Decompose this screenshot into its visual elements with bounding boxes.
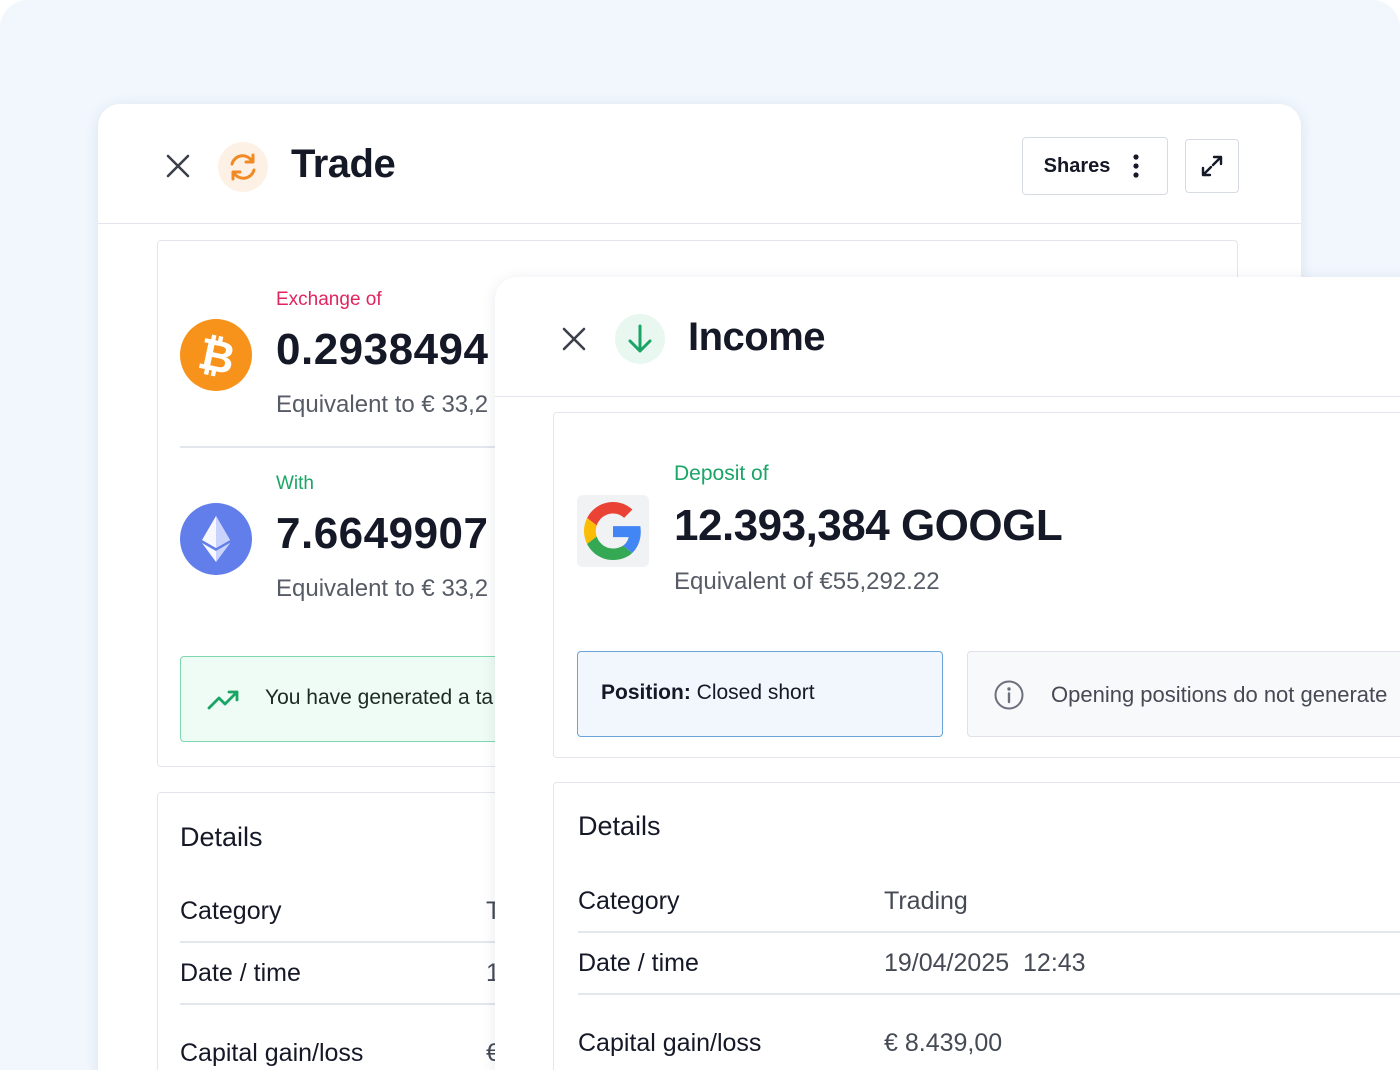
position-badge: Position: Closed short [577, 651, 943, 737]
tax-banner-text: You have generated a ta [265, 686, 494, 709]
refresh-icon [218, 142, 268, 192]
row-label: Capital gain/loss [578, 1029, 762, 1057]
income-details-card: Details Category Trading Date / time 19/… [553, 782, 1400, 1070]
close-icon[interactable] [162, 150, 194, 182]
bitcoin-icon: ₿ [180, 319, 252, 391]
page-title: Income [688, 315, 826, 359]
trending-up-icon [207, 690, 239, 710]
arrow-down-icon [615, 314, 665, 364]
income-header: Income [495, 277, 1400, 397]
deposit-label: Deposit of [674, 462, 769, 485]
row-label: Category [180, 897, 282, 925]
deposit-card: Deposit of 12.393,384 GOOGL Equivalent o… [553, 412, 1400, 758]
details-title: Details [578, 811, 661, 841]
with-amount: 7.6649907 [276, 509, 489, 558]
shares-button[interactable]: Shares [1022, 137, 1168, 195]
ethereum-icon [180, 503, 252, 575]
row-value: Trading [884, 887, 968, 915]
info-text: Opening positions do not generate [1051, 682, 1388, 707]
exchange-amount: 0.2938494 [276, 325, 489, 374]
info-notice: Opening positions do not generate [967, 651, 1400, 737]
page-title: Trade [291, 142, 396, 186]
shares-button-label: Shares [1043, 154, 1111, 177]
with-equivalent: Equivalent to € 33,2 [276, 575, 489, 602]
info-icon [994, 680, 1024, 710]
income-panel: Income Deposit of 12.393,384 GOOGL Equiv… [495, 277, 1400, 1070]
row-label: Date / time [180, 959, 301, 987]
deposit-amount: 12.393,384 GOOGL [674, 501, 1063, 550]
row-value: € 8.439,00 [884, 1029, 1003, 1057]
deposit-equivalent: Equivalent of €55,292.22 [674, 568, 940, 595]
exchange-equivalent: Equivalent to € 33,2 [276, 391, 489, 418]
row-divider [578, 993, 1400, 995]
more-vertical-icon [1133, 154, 1139, 178]
row-label: Date / time [578, 949, 699, 977]
row-label: Capital gain/loss [180, 1039, 364, 1067]
close-icon[interactable] [558, 323, 590, 355]
trade-header: Trade Shares [98, 104, 1301, 224]
row-label: Category [578, 887, 680, 915]
google-icon [577, 495, 649, 567]
exchange-label: Exchange of [276, 289, 382, 310]
with-label: With [276, 473, 314, 494]
svg-text:₿: ₿ [194, 328, 240, 385]
details-title: Details [180, 822, 263, 852]
expand-button[interactable] [1185, 139, 1239, 193]
expand-icon [1201, 155, 1223, 177]
row-divider [578, 931, 1400, 933]
row-value: 19/04/2025 12:43 [884, 949, 1086, 977]
position-key: Position: [601, 681, 691, 704]
position-value: Closed short [696, 681, 815, 704]
